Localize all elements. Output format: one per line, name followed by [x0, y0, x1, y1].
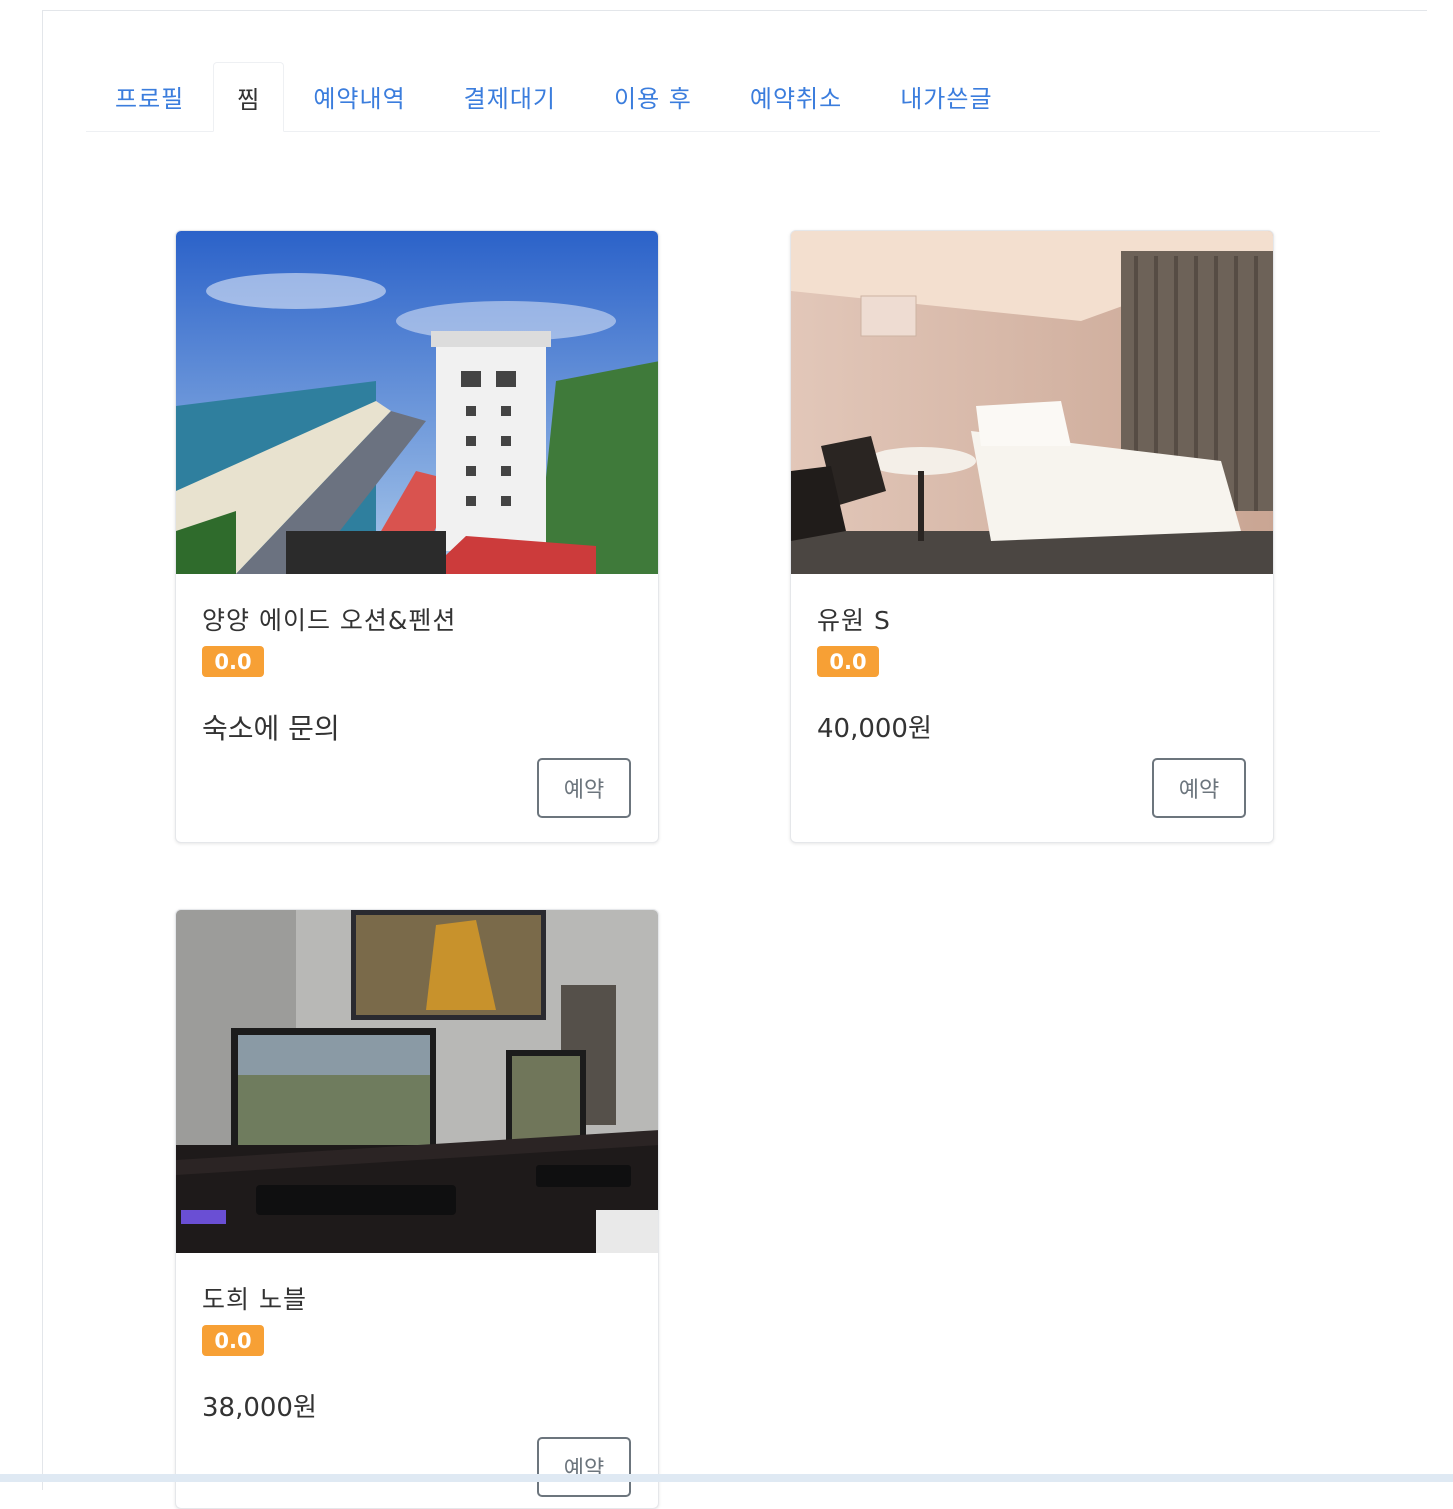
accommodation-name: 양양 에이드 오션&펜션 — [202, 606, 457, 635]
book-button[interactable]: 예약 — [1152, 758, 1246, 818]
accommodation-name: 도희 노블 — [202, 1285, 307, 1314]
tab-cancelled[interactable]: 예약취소 — [721, 61, 871, 131]
accommodation-photo[interactable] — [176, 910, 659, 1253]
tab-wishlist[interactable]: 찜 — [213, 62, 285, 132]
mypage-tabs: 프로필 찜 예약내역 결제대기 이용 후 예약취소 내가쓴글 — [86, 62, 1380, 132]
wishlist-card: 양양 에이드 오션&펜션 0.0 숙소에 문의 예약 — [175, 230, 659, 843]
price-text: 40,000원 — [817, 714, 932, 744]
tab-after-use[interactable]: 이용 후 — [585, 61, 721, 131]
tab-reservations[interactable]: 예약내역 — [284, 61, 434, 131]
tab-my-posts[interactable]: 내가쓴글 — [871, 61, 1021, 131]
tab-payment-pending[interactable]: 결제대기 — [435, 61, 585, 131]
tab-profile[interactable]: 프로필 — [86, 61, 213, 131]
accommodation-name: 유원 S — [817, 606, 891, 635]
price-text: 38,000원 — [202, 1393, 317, 1423]
rating-badge: 0.0 — [202, 646, 264, 677]
book-button[interactable]: 예약 — [537, 758, 631, 818]
accommodation-photo[interactable] — [176, 231, 659, 574]
accommodation-photo[interactable] — [791, 231, 1274, 574]
rating-badge: 0.0 — [817, 646, 879, 677]
wishlist-card: 유원 S 0.0 40,000원 예약 — [790, 230, 1274, 843]
bottom-edge — [0, 1474, 1453, 1482]
price-text: 숙소에 문의 — [202, 712, 340, 745]
wishlist-card: 도희 노블 0.0 38,000원 예약 — [175, 909, 659, 1509]
book-button[interactable]: 예약 — [537, 1437, 631, 1497]
rating-badge: 0.0 — [202, 1325, 264, 1356]
